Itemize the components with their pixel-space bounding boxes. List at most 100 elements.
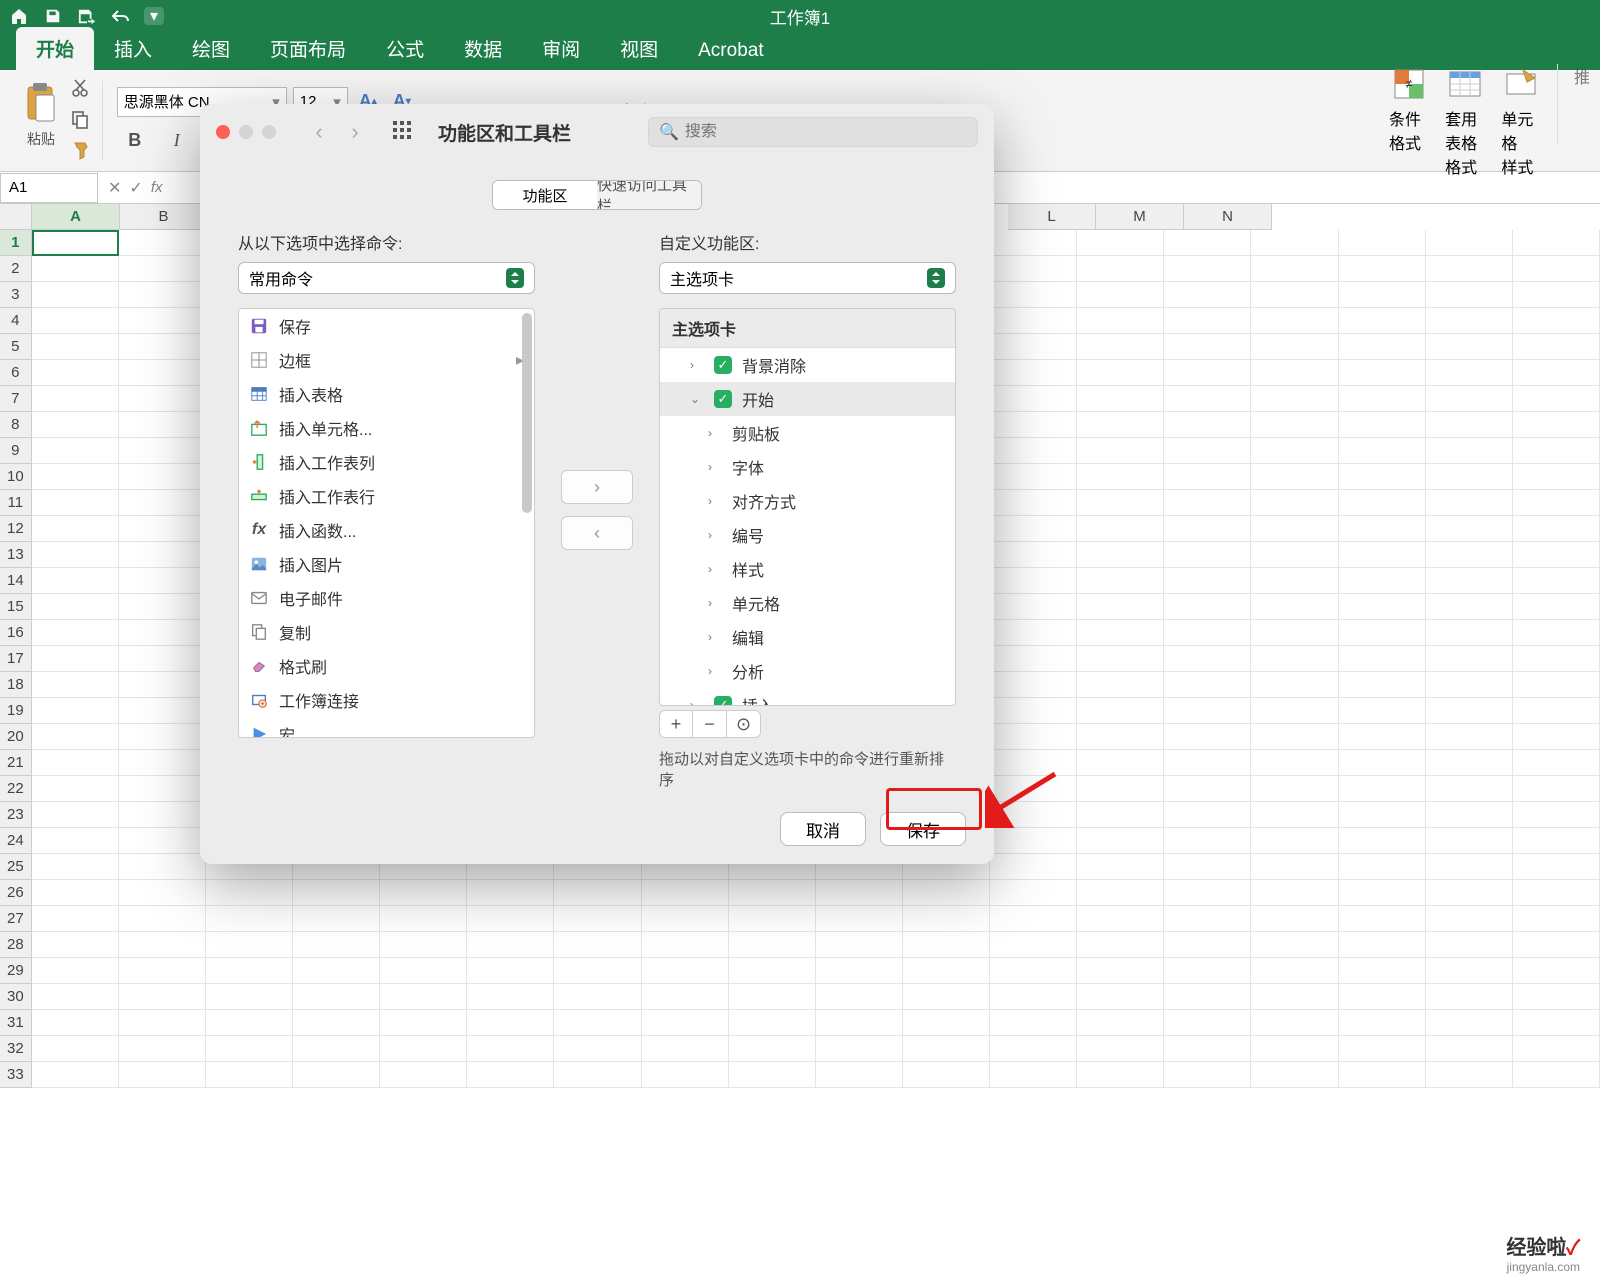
cell[interactable] [1251,906,1338,932]
row-header[interactable]: 16 [0,620,32,646]
row-header[interactable]: 33 [0,1062,32,1088]
cell[interactable] [293,932,380,958]
cell[interactable] [1513,1010,1600,1036]
tree-item[interactable]: ⌄✓开始 [660,382,955,416]
cell[interactable] [1339,750,1426,776]
cell[interactable] [1513,1036,1600,1062]
cell[interactable] [816,880,903,906]
cell[interactable] [729,984,816,1010]
cell[interactable] [990,308,1077,334]
cell[interactable] [1513,308,1600,334]
cell[interactable] [1513,412,1600,438]
cell[interactable] [1164,230,1251,256]
scrollbar[interactable] [522,313,532,513]
cell[interactable] [119,802,206,828]
cell[interactable] [1339,256,1426,282]
cell[interactable] [119,906,206,932]
tab-home[interactable]: 开始 [16,27,94,70]
cell[interactable] [32,620,119,646]
tree-item[interactable]: ›✓插入 [660,688,955,705]
cell[interactable] [554,932,641,958]
tree-item[interactable]: ›✓背景消除 [660,348,955,382]
forward-icon[interactable]: › [340,117,370,147]
col-header-A[interactable]: A [32,204,120,230]
cell[interactable] [1513,984,1600,1010]
cell[interactable] [32,932,119,958]
cell[interactable] [990,620,1077,646]
cell[interactable] [1513,724,1600,750]
row-header[interactable]: 31 [0,1010,32,1036]
close-icon[interactable] [216,125,230,139]
cell[interactable] [380,984,467,1010]
cell[interactable] [1426,984,1513,1010]
cell[interactable] [32,282,119,308]
row-header[interactable]: 12 [0,516,32,542]
cell[interactable] [1339,672,1426,698]
cell[interactable] [1077,646,1164,672]
cell[interactable] [990,360,1077,386]
cell[interactable] [990,984,1077,1010]
cell[interactable] [119,308,206,334]
cell[interactable] [1339,724,1426,750]
copy-icon[interactable] [70,109,90,134]
cell[interactable] [1164,620,1251,646]
cell[interactable] [1077,672,1164,698]
cell[interactable] [1251,802,1338,828]
cell[interactable] [990,854,1077,880]
cell[interactable] [1513,490,1600,516]
cell[interactable] [990,490,1077,516]
cell[interactable] [1426,542,1513,568]
cell[interactable] [990,1010,1077,1036]
cell[interactable] [1077,412,1164,438]
cell[interactable] [1164,984,1251,1010]
cell[interactable] [1339,438,1426,464]
cell[interactable] [554,984,641,1010]
cell[interactable] [1339,490,1426,516]
cell[interactable] [1251,958,1338,984]
tab-formula[interactable]: 公式 [366,27,444,70]
cell[interactable] [1426,412,1513,438]
cell[interactable] [903,1062,990,1088]
apps-grid-icon[interactable] [392,120,412,145]
cell[interactable] [990,464,1077,490]
row-header[interactable]: 8 [0,412,32,438]
cell[interactable] [32,672,119,698]
cell[interactable] [1513,438,1600,464]
cell[interactable] [1251,542,1338,568]
checkbox[interactable]: ✓ [714,696,732,705]
cell[interactable] [119,1036,206,1062]
cancel-formula-icon[interactable]: ✕ [108,178,121,198]
cell[interactable] [1513,620,1600,646]
cell[interactable] [32,854,119,880]
save-button[interactable]: 保存 [880,812,966,846]
cell[interactable] [990,906,1077,932]
row-header[interactable]: 7 [0,386,32,412]
cell[interactable] [1339,1010,1426,1036]
cell[interactable] [1251,438,1338,464]
cell[interactable] [1513,672,1600,698]
cell[interactable] [32,464,119,490]
row-header[interactable]: 21 [0,750,32,776]
cell[interactable] [903,1036,990,1062]
cell[interactable] [1077,724,1164,750]
cell[interactable] [1513,256,1600,282]
tree-item[interactable]: ›编号 [660,518,955,552]
command-item[interactable]: 插入工作表列 [239,445,534,479]
cell[interactable] [1339,464,1426,490]
cell[interactable] [1339,776,1426,802]
cell[interactable] [1426,1036,1513,1062]
cell[interactable] [816,984,903,1010]
row-header[interactable]: 6 [0,360,32,386]
cell[interactable] [32,594,119,620]
cell[interactable] [1513,646,1600,672]
cell[interactable] [1077,308,1164,334]
chevron-icon[interactable]: › [708,494,722,508]
cell[interactable] [903,1010,990,1036]
cell[interactable] [1164,958,1251,984]
cell[interactable] [32,438,119,464]
cell[interactable] [1077,854,1164,880]
cell[interactable] [32,1036,119,1062]
cell[interactable] [1426,828,1513,854]
cell[interactable] [1251,880,1338,906]
cell[interactable] [903,932,990,958]
